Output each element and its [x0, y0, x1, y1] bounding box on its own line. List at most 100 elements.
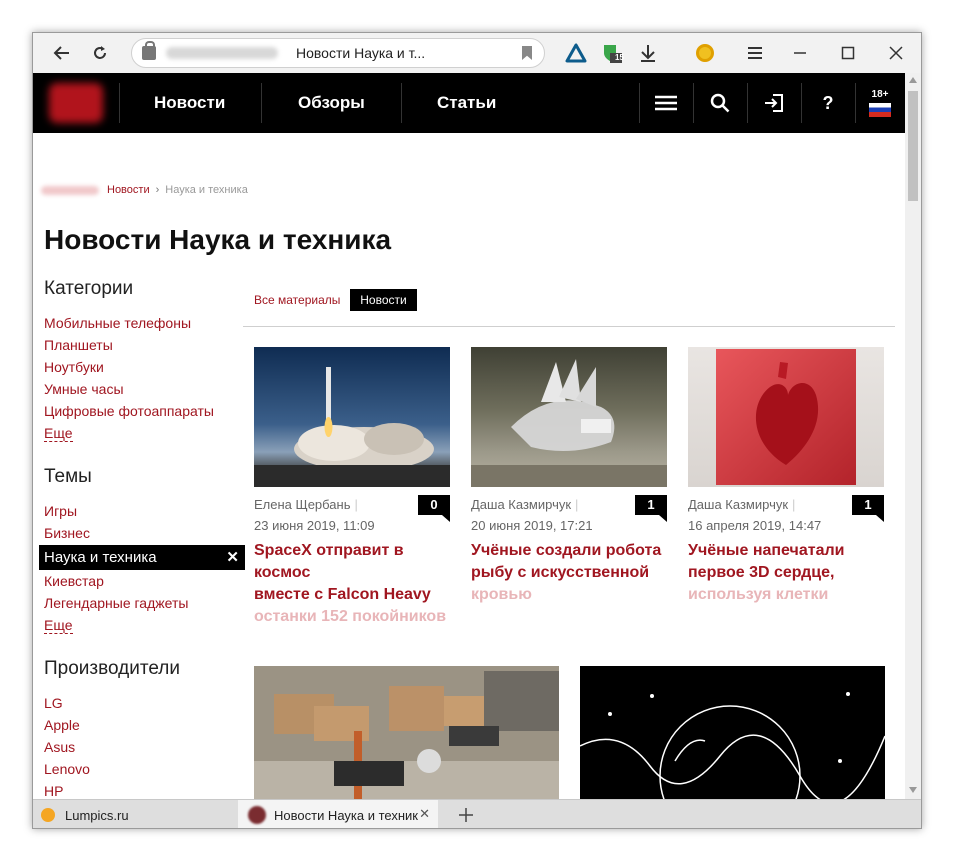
categories-heading: Категории [44, 278, 134, 299]
blurred-home-link[interactable] [41, 185, 99, 195]
age-badge: 18+ [871, 89, 889, 100]
address-bar[interactable]: Новости Наука и т... [131, 38, 545, 68]
card-image-3d-heart[interactable] [688, 347, 884, 487]
browser-window: Новости Наука и т... 15 Новости Обзоры С… [32, 32, 922, 829]
close-icon [889, 46, 903, 60]
maker-link[interactable]: HP [44, 783, 63, 799]
alice-icon [565, 43, 587, 63]
comment-count-badge[interactable]: 1 [852, 495, 884, 522]
nav-reviews[interactable]: Обзоры [298, 73, 365, 133]
tab-news-active[interactable]: Новости Наука и техник ✕ [238, 800, 438, 828]
nav-divider [261, 83, 262, 123]
rocket-launch-image [254, 367, 450, 487]
card-date: 23 июня 2019, 11:09 [254, 518, 375, 533]
help-button[interactable]: ? [801, 73, 855, 133]
category-link[interactable]: Планшеты [44, 337, 113, 353]
downloads-button[interactable] [631, 33, 665, 73]
maximize-icon [841, 46, 855, 60]
category-link[interactable]: Цифровые фотоаппараты [44, 403, 214, 419]
browser-tab-bar: Lumpics.ru Новости Наука и техник ✕ [33, 799, 921, 828]
themes-more-link[interactable]: Еще [44, 617, 73, 634]
news-card[interactable]: Даша Казмирчук | 16 апреля 2019, 14:47 1 … [688, 347, 884, 603]
robot-fish-image [471, 359, 667, 487]
card-title-line: используя клетки [688, 586, 829, 603]
news-card[interactable]: Елена Щербань | 23 июня 2019, 11:09 0 Spa… [254, 347, 450, 625]
back-arrow-icon [53, 46, 69, 60]
site-menu-button[interactable] [639, 73, 693, 133]
theme-link[interactable]: Легендарные гаджеты [44, 595, 188, 611]
plus-icon [459, 808, 473, 822]
site-header: Новости Обзоры Статьи ? 18+ [33, 73, 905, 133]
bookmark-icon[interactable] [522, 46, 532, 60]
extension-badge: 15 [615, 53, 624, 62]
page-content: Новости › Наука и техника Новости Наука … [33, 133, 905, 799]
page-scrollbar[interactable] [905, 73, 921, 799]
theme-link[interactable]: Игры [44, 503, 77, 519]
category-link[interactable]: Ноутбуки [44, 359, 104, 375]
card-meta: Елена Щербань | [254, 497, 358, 512]
reload-button[interactable] [83, 36, 117, 70]
shield-extension-button[interactable]: 15 [595, 33, 629, 73]
reload-icon [94, 46, 106, 59]
filter-divider [243, 326, 895, 327]
card-title-line: Учёные напечатали [688, 542, 845, 559]
card-image-abstract[interactable] [580, 666, 885, 799]
comment-count-badge[interactable]: 0 [418, 495, 450, 522]
login-icon [765, 94, 783, 112]
card-author[interactable]: Елена Щербань [254, 497, 350, 512]
close-icon[interactable]: ✕ [419, 806, 430, 822]
themes-heading: Темы [44, 466, 92, 487]
site-search-button[interactable] [693, 73, 747, 133]
page-title: Новости Наука и техника [44, 224, 392, 255]
maker-link[interactable]: LG [44, 695, 63, 711]
news-card[interactable]: Даша Казмирчук | 20 июня 2019, 17:21 1 Уч… [471, 347, 667, 603]
filter-news-active[interactable]: Новости [350, 289, 417, 311]
scroll-up-icon[interactable] [909, 77, 917, 83]
region-selector[interactable]: 18+ [853, 73, 907, 133]
tab-lumpics[interactable]: Lumpics.ru [33, 800, 238, 828]
filter-all-materials[interactable]: Все материалы [254, 293, 340, 307]
profile-button[interactable] [688, 33, 722, 73]
maker-link[interactable]: Asus [44, 739, 75, 755]
card-date: 16 апреля 2019, 14:47 [688, 518, 822, 533]
breadcrumb-news-link[interactable]: Новости [107, 184, 150, 196]
card-title-line: SpaceX отправит в космос [254, 542, 404, 581]
comment-count-badge[interactable]: 1 [635, 495, 667, 522]
url-title: Новости Наука и т... [296, 45, 426, 61]
card-image-warehouse-robots[interactable] [254, 666, 559, 799]
card-title[interactable]: SpaceX отправит в космос вместе с Falcon… [254, 540, 454, 628]
maker-link[interactable]: Lenovo [44, 761, 90, 777]
makers-heading: Производители [44, 658, 180, 679]
card-author[interactable]: Даша Казмирчук [471, 497, 571, 512]
card-title[interactable]: Учёные напечатали первое 3D сердце, испо… [688, 540, 888, 606]
minimize-button[interactable] [783, 33, 817, 73]
russia-flag-icon [869, 103, 891, 117]
nav-articles[interactable]: Статьи [437, 73, 496, 133]
chevron-right-icon: › [155, 184, 160, 196]
scroll-thumb[interactable] [908, 91, 918, 201]
close-icon[interactable]: ✕ [226, 545, 239, 570]
site-logo[interactable] [49, 83, 103, 123]
card-image-robot-fish[interactable] [471, 347, 667, 487]
active-theme-filter[interactable]: Наука и техника ✕ [39, 545, 245, 570]
category-link[interactable]: Мобильные телефоны [44, 315, 191, 331]
card-image-rocket[interactable] [254, 347, 450, 487]
alice-extension-button[interactable] [559, 33, 593, 73]
theme-link[interactable]: Бизнес [44, 525, 90, 541]
back-button[interactable] [45, 36, 79, 70]
blurred-host [166, 47, 278, 59]
card-author[interactable]: Даша Казмирчук [688, 497, 788, 512]
categories-more-link[interactable]: Еще [44, 425, 73, 442]
card-title[interactable]: Учёные создали робота рыбу с искусственн… [471, 540, 671, 606]
close-window-button[interactable] [879, 33, 913, 73]
menu-button[interactable] [738, 33, 772, 73]
category-link[interactable]: Умные часы [44, 381, 124, 397]
minimize-icon [794, 52, 806, 54]
maker-link[interactable]: Apple [44, 717, 80, 733]
scroll-down-icon[interactable] [909, 787, 917, 793]
new-tab-button[interactable] [451, 800, 481, 828]
login-button[interactable] [747, 73, 801, 133]
nav-news[interactable]: Новости [154, 73, 225, 133]
maximize-button[interactable] [831, 33, 865, 73]
theme-link[interactable]: Киевстар [44, 573, 104, 589]
